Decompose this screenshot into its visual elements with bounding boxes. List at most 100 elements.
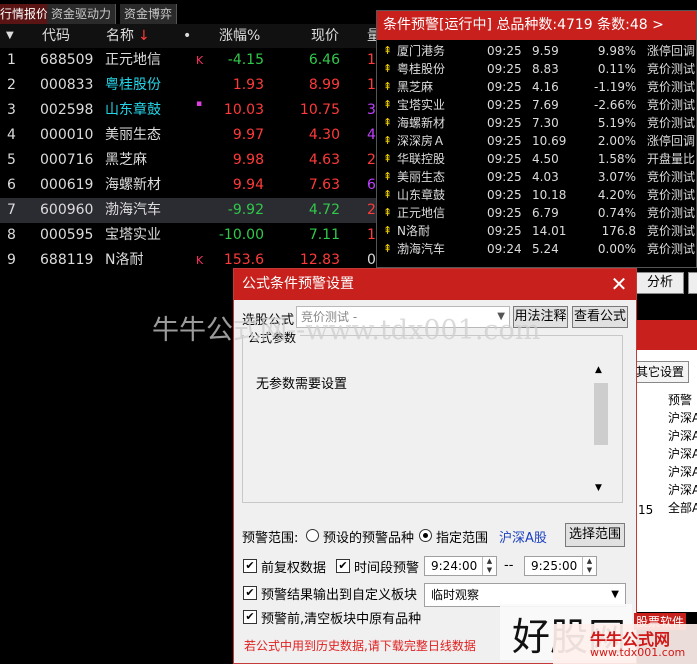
scroll-thumb[interactable] [594, 383, 608, 445]
up-arrow-icon: ⇞ [383, 134, 393, 147]
alert-time: 09:25 [487, 98, 522, 112]
alert-price: 4.03 [532, 170, 559, 184]
price: 4.63 [308, 152, 340, 168]
alert-price: 4.50 [532, 152, 559, 166]
scope-preset-label[interactable]: 预设的预警品种 [323, 527, 414, 546]
time-period-label: 时间段预警 [354, 561, 420, 576]
row-index: 9 [7, 252, 16, 268]
scope-specified-label[interactable]: 指定范围 [436, 527, 488, 546]
row-marker: K [196, 54, 204, 67]
alert-row[interactable]: ⇞ 黑芝麻 09:25 4.16 -1.19% 竞价测试 [377, 78, 696, 96]
table-row[interactable]: 2 000833 粤桂股份 1.93 8.99 1 [0, 73, 380, 98]
alert-row[interactable]: ⇞ 渤海汽车 09:24 5.24 0.00% 竞价测试 [377, 240, 696, 258]
col-name[interactable]: 名称 [106, 24, 134, 48]
time-period-checkbox[interactable]: ✔ [336, 559, 350, 573]
params-group [242, 335, 623, 503]
table-row[interactable]: 4 000010 美丽生态 9.97 4.30 4 [0, 123, 380, 148]
up-arrow-icon: ⇞ [383, 188, 393, 201]
alert-row[interactable]: ⇞ 厦门港务 09:25 9.59 9.98% 涨停回调 [377, 42, 696, 60]
scope-specified-radio[interactable] [419, 529, 432, 542]
change-pct: 9.97 [232, 127, 264, 143]
alert-row[interactable]: ⇞ 山东章鼓 09:25 10.18 4.20% 竞价测试 [377, 186, 696, 204]
alert-time: 09:25 [487, 170, 522, 184]
tab-quotes[interactable]: 行情报价 [0, 4, 54, 24]
alert-price: 10.18 [532, 188, 567, 202]
price: 8.99 [308, 77, 340, 93]
clear-block-checkbox[interactable]: ✔ [243, 610, 257, 624]
alert-pct: 9.98% [597, 44, 636, 58]
table-row[interactable]: 7 600960 渤海汽车 -9.92 4.72 2 [0, 198, 380, 223]
output-block-label: 预警结果输出到自定义板块 [261, 588, 418, 603]
row-marker: ▪ [196, 99, 203, 109]
alert-time: 09:25 [487, 116, 522, 130]
up-arrow-icon: ⇞ [383, 206, 393, 219]
volume-fragment: 1 [367, 52, 376, 68]
alert-price: 14.01 [532, 224, 567, 238]
alert-row[interactable]: ⇞ 正元地信 09:25 6.79 0.74% 竞价测试 [377, 204, 696, 222]
alert-status: 竞价测试 [647, 242, 696, 256]
table-row[interactable]: 8 000595 宝塔实业 -10.00 7.11 1 [0, 223, 380, 248]
change-pct: -10.00 [218, 227, 264, 243]
up-arrow-icon: ⇞ [383, 224, 393, 237]
background-title-bar [628, 320, 697, 350]
up-arrow-icon: ⇞ [383, 242, 393, 255]
alert-status: 涨停回调 [647, 44, 696, 58]
change-pct: 10.03 [223, 102, 264, 118]
side-button[interactable] [688, 272, 697, 294]
row-index: 7 [7, 202, 16, 218]
forward-adjust-checkbox[interactable]: ✔ [243, 559, 257, 573]
alert-row[interactable]: ⇞ 宝塔实业 09:25 7.69 -2.66% 竞价测试 [377, 96, 696, 114]
alert-pct: 0.11% [597, 62, 636, 76]
price: 7.63 [308, 177, 340, 193]
time-from-spinner[interactable]: ▲ ▼ [482, 557, 496, 575]
table-row[interactable]: 5 000716 黑芝麻 9.98 4.63 2 [0, 148, 380, 173]
tab-other-settings[interactable]: 其它设置 [633, 361, 689, 383]
alert-pct: 5.19% [597, 116, 636, 130]
stock-code: 688119 [40, 252, 94, 268]
alert-row[interactable]: ⇞ N洛耐 09:25 14.01 176.8 竞价测试 [377, 222, 696, 240]
output-block-checkbox[interactable]: ✔ [243, 586, 257, 600]
col-code[interactable]: 代码 [42, 24, 70, 48]
tab-fund-drive[interactable]: 资金驱动力 [47, 4, 117, 24]
scope-preset-radio[interactable] [306, 529, 319, 542]
alert-stock-name: 宝塔实业 [397, 98, 446, 112]
watermark-text: 牛牛公式网--www.tdx001.com [152, 315, 541, 346]
col-price[interactable]: 现价 [311, 24, 339, 48]
scope-label: 预警范围: [242, 531, 299, 546]
scroll-down-icon[interactable]: ▼ [595, 483, 602, 493]
change-pct: 9.94 [232, 177, 264, 193]
col-change-pct[interactable]: 涨幅% [219, 24, 260, 48]
scroll-up-icon[interactable]: ▲ [595, 365, 602, 375]
price: 10.75 [299, 102, 340, 118]
select-scope-button[interactable]: 选择范围 [565, 523, 625, 547]
alert-row[interactable]: ⇞ 华联控股 09:25 4.50 1.58% 开盘量比 [377, 150, 696, 168]
alert-panel-title[interactable]: 条件预警[运行中] 总品种数:4719 条数:48 > [377, 11, 696, 40]
table-header: ▼ 代码 名称 ↓ • 涨幅% 现价 量 [0, 24, 381, 48]
menu-icon[interactable]: ▼ [6, 24, 14, 48]
time-to-input[interactable]: 9:25:00 ▲ ▼ [524, 556, 597, 576]
alert-row[interactable]: ⇞ 美丽生态 09:25 4.03 3.07% 竞价测试 [377, 168, 696, 186]
alert-stock-name: 正元地信 [397, 206, 446, 220]
view-formula-button[interactable]: 查看公式 [572, 306, 628, 328]
alert-status: 竞价测试 [647, 62, 696, 76]
analyze-button[interactable]: 分析 [636, 272, 684, 294]
condition-alert-panel: 条件预警[运行中] 总品种数:4719 条数:48 > ⇞ 厦门港务 09:25 9.… [376, 10, 697, 268]
alert-row[interactable]: ⇞ 海螺新材 09:25 7.30 5.19% 竞价测试 [377, 114, 696, 132]
alert-price: 10.69 [532, 134, 567, 148]
up-arrow-icon: ⇞ [383, 80, 393, 93]
table-row[interactable]: 3 002598 山东章鼓 ▪ 10.03 10.75 3 [0, 98, 380, 123]
alert-stock-name: 山东章鼓 [397, 188, 446, 202]
side-list-item: 沪深A [668, 447, 697, 461]
alert-pct: 1.58% [597, 152, 636, 166]
time-from-input[interactable]: 9:24:00 ▲ ▼ [424, 556, 497, 576]
history-data-warning: 若公式中用到历史数据,请下载完整日线数据 [244, 639, 476, 653]
close-icon[interactable]: ✕ [608, 273, 630, 295]
alert-row[interactable]: ⇞ 粤桂股份 09:25 8.83 0.11% 竞价测试 [377, 60, 696, 78]
side-list-item: 全部A [668, 501, 697, 515]
time-to-spinner[interactable]: ▲ ▼ [582, 557, 596, 575]
alert-row[interactable]: ⇞ 深深房Ａ 09:25 10.69 2.00% 涨停回调 [377, 132, 696, 150]
stock-code: 000010 [40, 127, 94, 143]
tab-fund-game[interactable]: 资金博弈 [120, 4, 178, 24]
table-row[interactable]: 6 000619 海螺新材 9.94 7.63 6 [0, 173, 380, 198]
table-row[interactable]: 1 688509 正元地信 K -4.15 6.46 1 [0, 48, 380, 73]
